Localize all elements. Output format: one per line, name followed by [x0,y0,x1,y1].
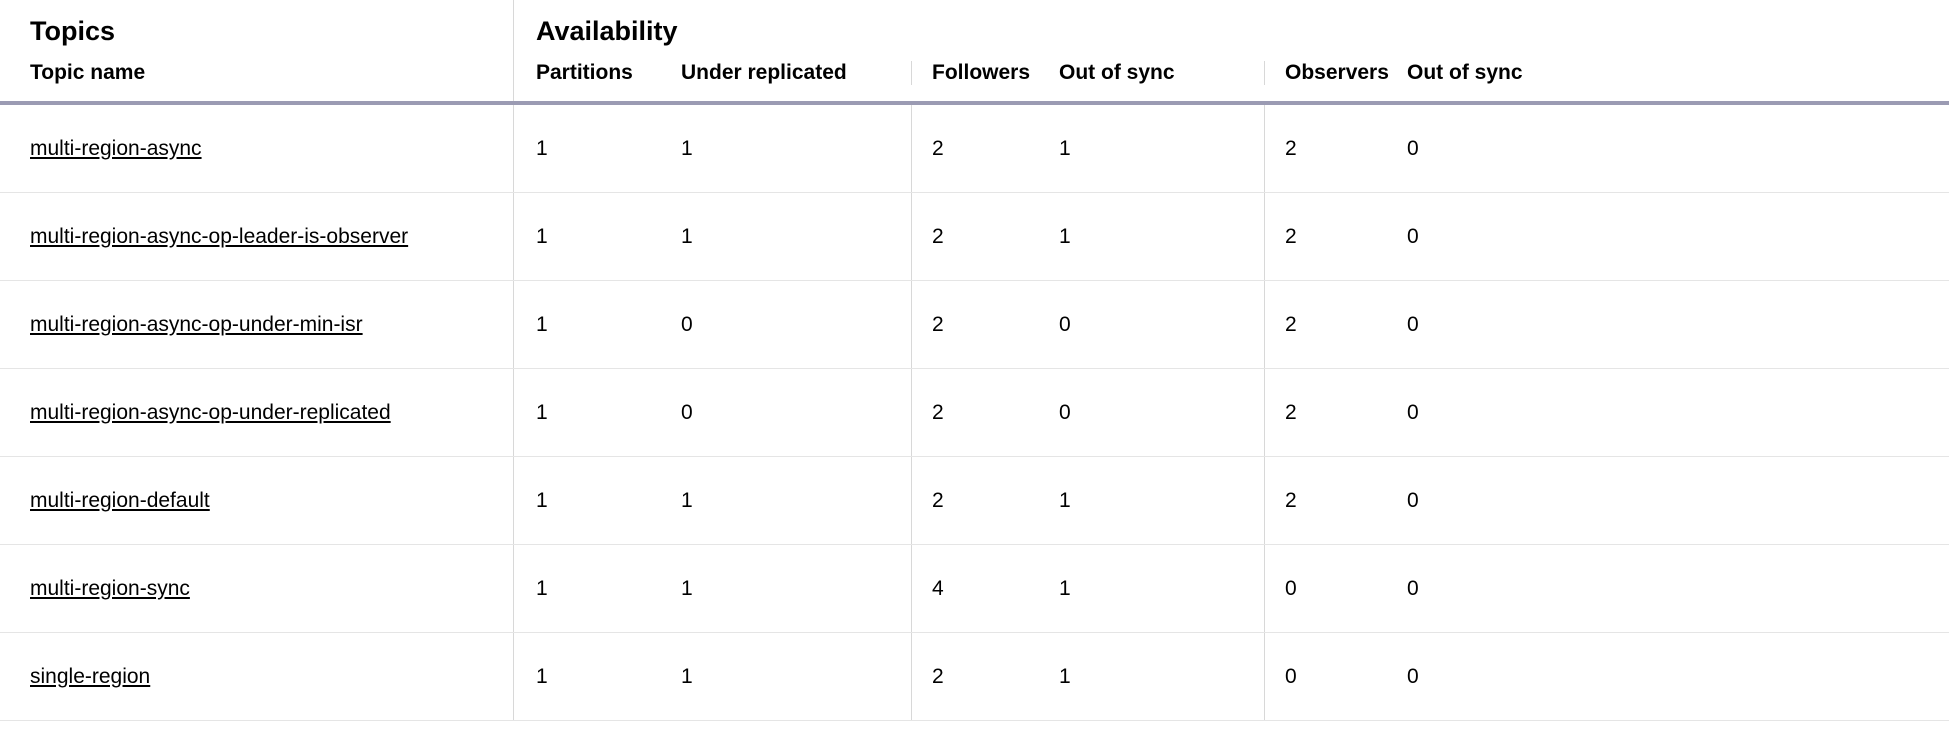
under-replicated-cell: 1 [681,225,911,249]
topic-link[interactable]: multi-region-async-op-leader-is-observer [30,225,408,249]
out-of-sync-observers-cell: 0 [1407,401,1419,425]
data-cells: 112120 [514,193,1949,280]
topic-name-cell: multi-region-sync [0,545,514,632]
followers-cell: 2 [911,457,1059,544]
table-row: multi-region-sync114100 [0,545,1949,633]
partitions-cell: 1 [536,401,681,425]
column-header-under-replicated: Under replicated [681,61,911,85]
observers-cell: 2 [1264,457,1407,544]
topic-link[interactable]: multi-region-async [30,137,202,161]
out-of-sync-observers-cell: 0 [1407,137,1419,161]
column-header-out-of-sync-observers: Out of sync [1407,61,1523,85]
out-of-sync-followers-cell: 1 [1059,665,1264,689]
under-replicated-cell: 1 [681,665,911,689]
availability-header-section: Availability Partitions Under replicated… [514,0,1949,101]
followers-cell: 2 [911,105,1059,192]
data-cells: 114100 [514,545,1949,632]
out-of-sync-followers-cell: 1 [1059,489,1264,513]
column-header-followers: Followers [911,61,1059,85]
topic-name-cell: multi-region-async-op-under-replicated [0,369,514,456]
out-of-sync-observers-cell: 0 [1407,577,1419,601]
out-of-sync-followers-cell: 0 [1059,313,1264,337]
table-row: multi-region-async-op-under-replicated10… [0,369,1949,457]
table-header: Topics Topic name Availability Partition… [0,0,1949,105]
observers-cell: 0 [1264,633,1407,720]
topic-link[interactable]: multi-region-sync [30,577,190,601]
table-row: multi-region-async-op-leader-is-observer… [0,193,1949,281]
data-cells: 112100 [514,633,1949,720]
availability-title: Availability [536,16,1949,47]
data-cells: 102020 [514,369,1949,456]
out-of-sync-followers-cell: 0 [1059,401,1264,425]
under-replicated-cell: 1 [681,577,911,601]
partitions-cell: 1 [536,137,681,161]
availability-subheaders: Partitions Under replicated Followers Ou… [536,61,1949,85]
table-row: multi-region-async-op-under-min-isr10202… [0,281,1949,369]
topic-name-cell: multi-region-default [0,457,514,544]
column-header-partitions: Partitions [536,61,681,85]
topics-table: Topics Topic name Availability Partition… [0,0,1949,721]
column-header-observers: Observers [1264,61,1407,85]
partitions-cell: 1 [536,225,681,249]
observers-cell: 2 [1264,369,1407,456]
under-replicated-cell: 0 [681,401,911,425]
out-of-sync-observers-cell: 0 [1407,313,1419,337]
out-of-sync-followers-cell: 1 [1059,577,1264,601]
table-row: single-region112100 [0,633,1949,721]
topics-title: Topics [30,16,513,47]
partitions-cell: 1 [536,665,681,689]
partitions-cell: 1 [536,313,681,337]
topic-name-cell: multi-region-async-op-under-min-isr [0,281,514,368]
out-of-sync-followers-cell: 1 [1059,225,1264,249]
topic-link[interactable]: single-region [30,665,150,689]
under-replicated-cell: 1 [681,137,911,161]
table-body: multi-region-async112120multi-region-asy… [0,105,1949,721]
followers-cell: 4 [911,545,1059,632]
topics-header-section: Topics Topic name [0,0,514,101]
column-header-topic-name: Topic name [30,61,513,85]
topic-name-cell: multi-region-async-op-leader-is-observer [0,193,514,280]
followers-cell: 2 [911,369,1059,456]
topic-name-cell: single-region [0,633,514,720]
partitions-cell: 1 [536,489,681,513]
table-row: multi-region-async112120 [0,105,1949,193]
column-header-out-of-sync-followers: Out of sync [1059,61,1264,85]
table-row: multi-region-default112120 [0,457,1949,545]
data-cells: 112120 [514,105,1949,192]
out-of-sync-observers-cell: 0 [1407,225,1419,249]
followers-cell: 2 [911,193,1059,280]
observers-cell: 2 [1264,281,1407,368]
followers-cell: 2 [911,281,1059,368]
observers-cell: 2 [1264,105,1407,192]
under-replicated-cell: 0 [681,313,911,337]
data-cells: 112120 [514,457,1949,544]
topic-name-cell: multi-region-async [0,105,514,192]
topic-link[interactable]: multi-region-async-op-under-min-isr [30,313,363,337]
topic-link[interactable]: multi-region-default [30,489,210,513]
under-replicated-cell: 1 [681,489,911,513]
out-of-sync-observers-cell: 0 [1407,489,1419,513]
observers-cell: 0 [1264,545,1407,632]
out-of-sync-observers-cell: 0 [1407,665,1419,689]
partitions-cell: 1 [536,577,681,601]
data-cells: 102020 [514,281,1949,368]
out-of-sync-followers-cell: 1 [1059,137,1264,161]
followers-cell: 2 [911,633,1059,720]
topic-link[interactable]: multi-region-async-op-under-replicated [30,401,391,425]
observers-cell: 2 [1264,193,1407,280]
